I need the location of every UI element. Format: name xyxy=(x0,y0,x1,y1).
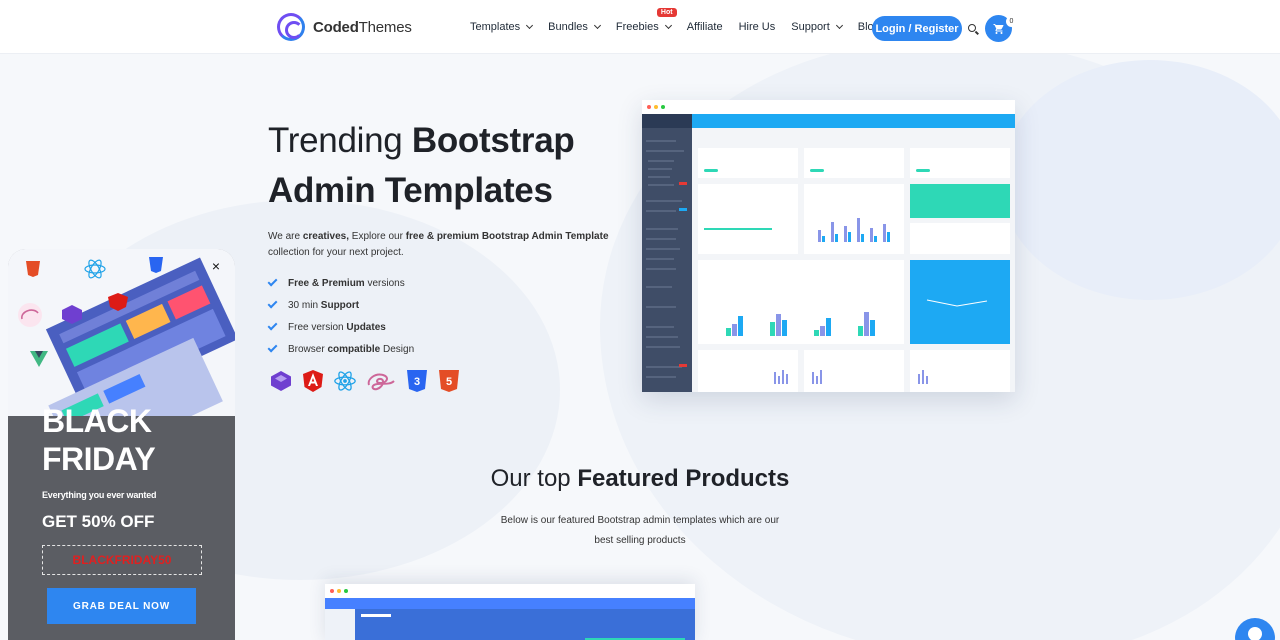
promo-illustration xyxy=(8,249,235,416)
menu-item-hire-us[interactable]: Hire Us xyxy=(739,21,776,33)
cart-count-badge: 0 xyxy=(1006,16,1017,27)
menu-item-bundles[interactable]: Bundles xyxy=(548,21,601,33)
react-icon xyxy=(333,369,357,393)
check-icon xyxy=(267,320,278,331)
menu-item-support[interactable]: Support xyxy=(791,21,843,33)
site-logo[interactable]: CodedThemes xyxy=(277,13,412,41)
product-screenshot xyxy=(325,598,695,640)
svg-text:3: 3 xyxy=(414,376,420,388)
featured-products-subtitle: Below is our featured Bootstrap admin te… xyxy=(500,515,780,546)
check-icon xyxy=(267,276,278,287)
logo-text: CodedThemes xyxy=(313,18,412,36)
check-icon xyxy=(267,342,278,353)
check-icon xyxy=(267,298,278,309)
css3-icon xyxy=(149,257,163,273)
sass-icon xyxy=(365,369,397,393)
menu-item-templates[interactable]: Templates xyxy=(470,21,534,33)
dashboard-preview-image xyxy=(642,100,1015,392)
css3-icon: 3 xyxy=(405,369,429,393)
feature-item: Free & Premium versions xyxy=(267,272,414,294)
chevron-down-icon xyxy=(593,21,601,30)
bootstrap-icon xyxy=(269,369,293,393)
chevron-down-icon xyxy=(664,21,672,30)
black-friday-popup: × BLACK FRIDAY Everything you ever wanted… xyxy=(8,249,235,640)
chevron-down-icon xyxy=(835,21,843,30)
sass-icon xyxy=(18,303,42,327)
background-shape xyxy=(1000,60,1280,300)
html5-icon: 5 xyxy=(437,369,461,393)
html5-icon xyxy=(26,261,40,277)
top-navbar: CodedThemes Templates Bundles Freebies Ho… xyxy=(0,0,1280,54)
technology-icons: 3 5 xyxy=(269,369,461,393)
svg-text:5: 5 xyxy=(446,376,452,388)
grab-deal-button[interactable]: GRAB DEAL NOW xyxy=(47,588,196,624)
feature-item: 30 min Support xyxy=(267,294,414,316)
menu-item-freebies[interactable]: Freebies Hot xyxy=(616,8,677,33)
angular-icon xyxy=(301,369,325,393)
feature-list: Free & Premium versions 30 min Support F… xyxy=(267,272,414,360)
hero-description: We are creatives, Explore our free & pre… xyxy=(268,231,609,258)
window-bar xyxy=(642,100,1015,114)
promo-discount: GET 50% OFF xyxy=(42,512,155,531)
chat-widget-button[interactable] xyxy=(1235,618,1275,640)
menu-item-affiliate[interactable]: Affiliate xyxy=(687,21,723,33)
feature-item: Browser compatible Design xyxy=(267,338,414,360)
featured-product-preview-image xyxy=(325,584,695,640)
promo-tagline: Everything you ever wanted xyxy=(42,490,157,500)
logo-icon xyxy=(277,13,305,41)
feature-item: Free version Updates xyxy=(267,316,414,338)
chat-icon xyxy=(1248,627,1262,640)
search-icon[interactable] xyxy=(968,24,976,32)
close-icon[interactable]: × xyxy=(209,259,223,273)
promo-heading: BLACK FRIDAY xyxy=(42,403,156,477)
hot-badge: Hot xyxy=(656,8,677,17)
chevron-down-icon xyxy=(526,21,534,30)
window-bar xyxy=(325,584,695,598)
dashboard-screenshot xyxy=(642,114,1015,392)
main-menu: Templates Bundles Freebies Hot Affiliate … xyxy=(470,0,896,54)
cart-icon xyxy=(993,23,1003,34)
hero-title: Trending Bootstrap Admin Templates xyxy=(268,121,575,210)
promo-code[interactable]: BLACKFRIDAY50 xyxy=(42,545,202,575)
login-register-button[interactable]: Login / Register xyxy=(872,16,962,41)
